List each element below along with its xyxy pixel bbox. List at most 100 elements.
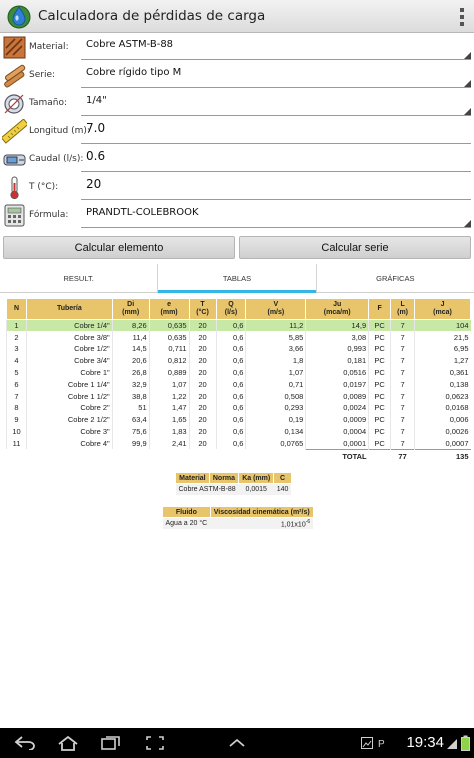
- table-cell: 51: [111, 402, 150, 414]
- table-cell: 7: [390, 390, 415, 403]
- column-header-title: V: [273, 301, 279, 308]
- material-spinner[interactable]: Material: Cobre ASTM-B-88: [0, 34, 474, 62]
- material-table-cell: 0,0015: [238, 483, 274, 495]
- formula-spinner[interactable]: Fórmula: PRANDTL-COLEBROOK: [0, 202, 474, 230]
- table-cell: 104: [414, 319, 471, 332]
- serie-value: Cobre rígido tipo M: [86, 67, 182, 78]
- table-row[interactable]: 1 Cobre 1/4" 8,26 0,635 20 0,6 11,2 14,9 PC 7 104: [6, 319, 471, 332]
- total-row-cell: [7, 449, 27, 463]
- table-cell: 1,83: [148, 425, 190, 438]
- table-cell: Cobre 1 1/2": [25, 390, 113, 403]
- table-cell: 7: [390, 437, 415, 450]
- table-cell: 7: [390, 366, 415, 379]
- dropdown-arrow-icon: [464, 80, 471, 87]
- table-cell: 7: [390, 425, 415, 438]
- table-cell: 1,65: [148, 413, 190, 426]
- table-cell: 20: [188, 319, 216, 332]
- tab-result[interactable]: RESULT.: [0, 264, 157, 292]
- table-row[interactable]: 3 Cobre 1/2" 14,5 0,711 20 0,6 3,66 0,993 PC 7 6,9…: [6, 343, 471, 355]
- table-cell: 20: [188, 413, 216, 426]
- table-row[interactable]: 10 Cobre 3" 75,6 1,83 20 0,6 0,134 0,0004 PC 7 0,0…: [6, 425, 471, 438]
- table-cell: 7: [390, 343, 415, 355]
- table-cell: 20: [188, 378, 216, 391]
- total-label: TOTAL: [305, 448, 369, 464]
- table-cell: 0,0007: [414, 437, 471, 450]
- table-cell: 7: [390, 378, 415, 391]
- table-row[interactable]: 4 Cobre 3/4" 20,6 0,812 20 0,6 1,8 0,181 PC 7 1,27: [6, 354, 471, 367]
- table-cell: 0,361: [414, 366, 471, 379]
- screenshot-icon[interactable]: [146, 736, 164, 750]
- column-header: V (m/s): [245, 298, 307, 320]
- table-cell: 0,0024: [305, 402, 369, 414]
- table-cell: PC: [368, 390, 391, 403]
- material-table-header: Material: [175, 472, 210, 484]
- longitud-input[interactable]: 7.0: [86, 121, 105, 135]
- table-cell: 7: [390, 354, 415, 367]
- table-row[interactable]: 9 Cobre 2 1/2" 63,4 1,65 20 0,6 0,19 0,0009 PC 7 0…: [6, 413, 471, 426]
- tab-tablas[interactable]: TABLAS: [157, 264, 316, 293]
- table-cell: 0,6: [215, 378, 246, 391]
- table-cell: 0,0026: [414, 425, 471, 438]
- serie-spinner[interactable]: Serie: Cobre rígido tipo M: [0, 62, 474, 90]
- tab-graficas[interactable]: GRÁFICAS: [315, 264, 474, 292]
- caudal-field[interactable]: Caudal (l/s): 0.6: [0, 146, 474, 174]
- home-icon[interactable]: [57, 735, 79, 751]
- column-header: J (mca): [414, 298, 471, 320]
- table-cell: 26,8: [111, 366, 150, 379]
- table-row[interactable]: 2 Cobre 3/8" 11,4 0,635 20 0,6 5,85 3,08 PC 7 21,5: [6, 331, 471, 344]
- column-header-unit: (m/s): [267, 309, 285, 316]
- table-cell: 7: [6, 390, 27, 403]
- table-row[interactable]: 5 Cobre 1" 26,8 0,889 20 0,6 1,07 0,0516 PC 7 0,36…: [6, 366, 471, 379]
- table-row[interactable]: 7 Cobre 1 1/2" 38,8 1,22 20 0,6 0,508 0,0089 PC 7…: [6, 390, 471, 403]
- overflow-menu-icon[interactable]: [460, 8, 466, 26]
- column-header-unit: (°C): [196, 309, 209, 316]
- table-row[interactable]: 6 Cobre 1 1/4" 32,9 1,07 20 0,6 0,71 0,0197 PC 7 0…: [6, 378, 471, 391]
- app-root: Calculadora de pérdidas de carga Materia…: [0, 0, 474, 758]
- table-cell: 21,5: [414, 331, 471, 344]
- column-header-unit: (mca): [433, 309, 452, 316]
- calcular-elemento-button[interactable]: Calcular elemento: [3, 236, 235, 259]
- table-row[interactable]: 8 Cobre 2" 51 1,47 20 0,6 0,293 0,0024 PC 7 0,0168: [6, 402, 471, 414]
- chevron-up-icon[interactable]: [228, 738, 246, 748]
- temperatura-field[interactable]: T (°C): 20: [0, 174, 474, 202]
- table-cell: 4: [6, 354, 27, 367]
- calcular-serie-button[interactable]: Calcular serie: [239, 236, 471, 259]
- temperatura-input[interactable]: 20: [86, 177, 101, 191]
- column-header-unit: (mm): [122, 309, 140, 316]
- table-cell: 20: [188, 390, 216, 403]
- column-header-title: J: [440, 301, 445, 308]
- caudal-input[interactable]: 0.6: [86, 149, 105, 163]
- pipes-icon: [4, 64, 26, 88]
- table-cell: 0,0009: [305, 413, 369, 426]
- table-cell: Cobre 2": [25, 402, 113, 414]
- table-cell: 20: [188, 343, 216, 355]
- table-cell: 0,889: [148, 366, 190, 379]
- table-cell: 75,6: [111, 425, 150, 438]
- table-cell: 10: [6, 425, 27, 438]
- table-cell: 7: [390, 319, 415, 332]
- longitud-field[interactable]: Longitud (m): 7.0: [0, 118, 474, 146]
- table-cell: PC: [368, 366, 391, 379]
- table-cell: 1,8: [245, 354, 306, 367]
- table-cell: 20: [188, 354, 216, 367]
- table-cell: 38,8: [111, 390, 150, 403]
- recent-apps-icon[interactable]: [101, 736, 121, 750]
- dropdown-arrow-icon: [464, 108, 471, 115]
- tamano-spinner[interactable]: Tamaño: 1/4": [0, 90, 474, 118]
- formula-value: PRANDTL-COLEBROOK: [86, 207, 199, 218]
- table-row[interactable]: 11 Cobre 4" 99,9 2,41 20 0,6 0,0765 0,0001 PC 7 0,…: [6, 437, 471, 450]
- fluid-table-header: Fluido: [162, 506, 211, 518]
- results-table: N Tubería Di (mm) e (mm) T (°C) Q (l/s) V (m/s) Ju (m…: [6, 298, 471, 464]
- dropdown-arrow-icon: [464, 52, 471, 59]
- column-header: N: [6, 298, 27, 320]
- table-cell: 2: [6, 331, 27, 344]
- column-header-title: N: [13, 305, 20, 312]
- table-cell: 0,138: [414, 378, 471, 391]
- table-cell: 1,27: [414, 354, 471, 367]
- material-value: Cobre ASTM-B-88: [86, 39, 174, 50]
- table-cell: 0,0765: [245, 437, 306, 450]
- table-cell: Cobre 3": [25, 425, 113, 438]
- table-cell: 0,181: [305, 354, 369, 367]
- table-cell: 11: [6, 437, 27, 450]
- back-icon[interactable]: [14, 736, 36, 750]
